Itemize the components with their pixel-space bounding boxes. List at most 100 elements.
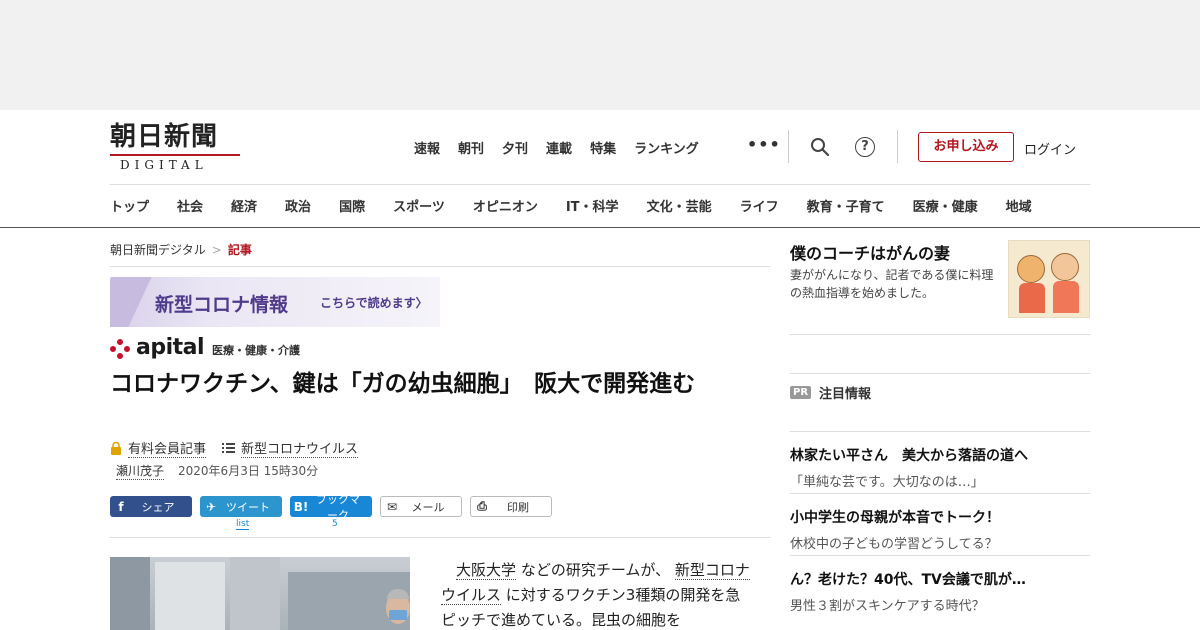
pr-item-subtitle: 「単純な芸です。大切なのは…」 bbox=[790, 475, 984, 490]
article-meta: 有料会員記事 新型コロナウイルス bbox=[110, 438, 359, 458]
category-top[interactable]: トップ bbox=[110, 196, 149, 215]
article-title: コロナワクチン、鍵は「ガの幼虫細胞」 阪大で開発進む bbox=[110, 371, 696, 397]
pr-badge: PR bbox=[790, 386, 812, 399]
login-link[interactable]: ログイン bbox=[1024, 139, 1076, 158]
promo-title: 僕のコーチはがんの妻 bbox=[790, 244, 951, 263]
article-byline: 瀬川茂子 2020年6月3日 15時30分 bbox=[116, 462, 318, 480]
pr-item-title: 林家たい平さん 美大から落語の道へ bbox=[790, 448, 1028, 464]
hatena-bookmark-button[interactable]: B! ブックマーク bbox=[290, 493, 372, 522]
apital-logo-text[interactable]: apital bbox=[136, 337, 205, 359]
hatena-icon: B! bbox=[293, 499, 309, 514]
site-header: 朝日新聞 DIGITAL 速報 朝刊 夕刊 連載 特集 ランキング ••• ? … bbox=[0, 110, 1200, 185]
header-divider bbox=[897, 130, 898, 163]
category-education[interactable]: 教育・子育て bbox=[807, 196, 885, 215]
breadcrumb-separator: > bbox=[211, 243, 222, 257]
lock-icon bbox=[111, 441, 121, 455]
article-photo[interactable] bbox=[110, 557, 410, 630]
tweet-button[interactable]: ✈ ツイート bbox=[200, 496, 282, 517]
nav-sokuho[interactable]: 速報 bbox=[414, 138, 440, 157]
pr-item[interactable]: ん？老けた？40代、TV会議で肌が… 男性３割がスキンケアする時代？ bbox=[790, 569, 1090, 614]
category-nav: トップ 社会 経済 政治 国際 スポーツ オピニオン IT・科学 文化・芸能 ラ… bbox=[110, 196, 1032, 215]
category-international[interactable]: 国際 bbox=[339, 196, 365, 215]
apital-logo-icon bbox=[110, 339, 132, 359]
promo-illustration bbox=[1008, 240, 1090, 318]
logo-text-en: DIGITAL bbox=[120, 158, 208, 172]
mail-icon: ✉ bbox=[386, 499, 398, 514]
print-label: 印刷 bbox=[507, 500, 529, 514]
nav-choukan[interactable]: 朝刊 bbox=[458, 138, 484, 157]
category-it-science[interactable]: IT・科学 bbox=[566, 196, 619, 215]
print-button[interactable]: ⎙ 印刷 bbox=[470, 496, 552, 517]
bookmark-count: 5 bbox=[332, 519, 338, 529]
category-life[interactable]: ライフ bbox=[740, 196, 779, 215]
breadcrumb-current: 記事 bbox=[227, 243, 252, 257]
facebook-share-button[interactable]: f シェア bbox=[110, 496, 192, 517]
pr-label: 注目情報 bbox=[819, 387, 872, 402]
pr-item[interactable]: 林家たい平さん 美大から落語の道へ 「単純な芸です。大切なのは…」 bbox=[790, 445, 1090, 490]
category-economy[interactable]: 経済 bbox=[231, 196, 257, 215]
nav-tokushu[interactable]: 特集 bbox=[590, 138, 616, 157]
pr-item-subtitle: 男性３割がスキンケアする時代？ bbox=[790, 599, 985, 614]
sidebar-divider bbox=[790, 373, 1090, 374]
logo-text-jp: 朝日新聞 bbox=[110, 122, 219, 152]
article-body: 大阪大学 などの研究チームが、 新型コロナウイルス に対するワクチン3種類の開発… bbox=[441, 561, 750, 629]
mail-share-button[interactable]: ✉ メール bbox=[380, 496, 462, 517]
topic-tag-link[interactable]: 新型コロナウイルス bbox=[241, 438, 359, 458]
category-health[interactable]: 医療・健康 bbox=[913, 196, 978, 215]
category-local[interactable]: 地域 bbox=[1006, 196, 1032, 215]
tweet-count[interactable]: list bbox=[236, 519, 250, 530]
promo-description: 妻ががんになり、記者である僕に料理の熱血指導を始めました。 bbox=[790, 268, 994, 300]
covid-banner-title: 新型コロナ情報 bbox=[155, 294, 289, 316]
body-link-osaka-univ[interactable]: 大阪大学 bbox=[456, 561, 517, 580]
nav-yuukan[interactable]: 夕刊 bbox=[502, 138, 528, 157]
site-logo[interactable]: 朝日新聞 DIGITAL bbox=[110, 122, 250, 172]
header-divider bbox=[788, 130, 789, 163]
covid-banner-link: こちらで読めます〉 bbox=[320, 296, 428, 310]
help-icon[interactable]: ? bbox=[855, 137, 875, 157]
sidebar-divider bbox=[790, 334, 1090, 335]
sidebar-divider bbox=[790, 493, 1090, 494]
article-date: 2020年6月3日 15時30分 bbox=[178, 464, 319, 478]
category-opinion[interactable]: オピニオン bbox=[473, 196, 538, 215]
search-icon[interactable] bbox=[810, 137, 830, 157]
breadcrumb-home[interactable]: 朝日新聞デジタル bbox=[110, 243, 206, 257]
sidebar-promo[interactable]: 僕のコーチはがんの妻 妻ががんになり、記者である僕に料理の熱血指導を始めました。 bbox=[790, 240, 1090, 320]
nav-ranking[interactable]: ランキング bbox=[634, 138, 699, 157]
breadcrumb-divider bbox=[110, 266, 770, 267]
sidebar-divider bbox=[790, 555, 1090, 556]
print-icon: ⎙ bbox=[477, 499, 487, 513]
twitter-icon: ✈ bbox=[205, 499, 217, 514]
nav-divider bbox=[110, 184, 1090, 185]
category-society[interactable]: 社会 bbox=[177, 196, 203, 215]
mail-label: メール bbox=[411, 500, 445, 514]
bookmark-label: ブックマーク bbox=[316, 492, 360, 522]
list-icon bbox=[222, 443, 236, 453]
pr-item-title: 小中学生の母親が本音でトーク！ bbox=[790, 510, 1000, 526]
covid-info-banner[interactable]: 新型コロナ情報 こちらで読めます〉 bbox=[110, 277, 440, 327]
header-bottom-rule bbox=[0, 227, 1200, 228]
category-politics[interactable]: 政治 bbox=[285, 196, 311, 215]
category-sports[interactable]: スポーツ bbox=[393, 196, 445, 215]
sidebar-divider bbox=[790, 431, 1090, 432]
tweet-label: ツイート bbox=[226, 500, 270, 514]
apital-category: 医療・健康・介護 bbox=[212, 344, 301, 357]
subscribe-button[interactable]: お申し込み bbox=[918, 132, 1014, 162]
category-culture[interactable]: 文化・芸能 bbox=[647, 196, 712, 215]
pr-item-subtitle: 休校中の子どもの学習どうしてる？ bbox=[790, 537, 998, 552]
facebook-share-label: シェア bbox=[141, 500, 175, 514]
nav-rensai[interactable]: 連載 bbox=[546, 138, 572, 157]
top-ad-slot bbox=[0, 0, 1200, 110]
facebook-icon: f bbox=[118, 499, 124, 514]
breadcrumb: 朝日新聞デジタル > 記事 bbox=[110, 241, 252, 258]
paid-member-link[interactable]: 有料会員記事 bbox=[128, 438, 207, 458]
pr-heading: PR 注目情報 bbox=[790, 383, 871, 402]
apital-brand: apital 医療・健康・介護 bbox=[110, 337, 300, 359]
author-link[interactable]: 瀬川茂子 bbox=[116, 462, 165, 480]
share-divider bbox=[110, 537, 770, 538]
pr-item-title: ん？老けた？40代、TV会議で肌が… bbox=[790, 572, 1026, 588]
header-nav: 速報 朝刊 夕刊 連載 特集 ランキング bbox=[414, 138, 717, 157]
more-menu-icon[interactable]: ••• bbox=[747, 135, 781, 154]
banner-decoration bbox=[110, 277, 152, 327]
pr-item[interactable]: 小中学生の母親が本音でトーク！ 休校中の子どもの学習どうしてる？ bbox=[790, 507, 1090, 552]
logo-underline bbox=[110, 154, 240, 156]
